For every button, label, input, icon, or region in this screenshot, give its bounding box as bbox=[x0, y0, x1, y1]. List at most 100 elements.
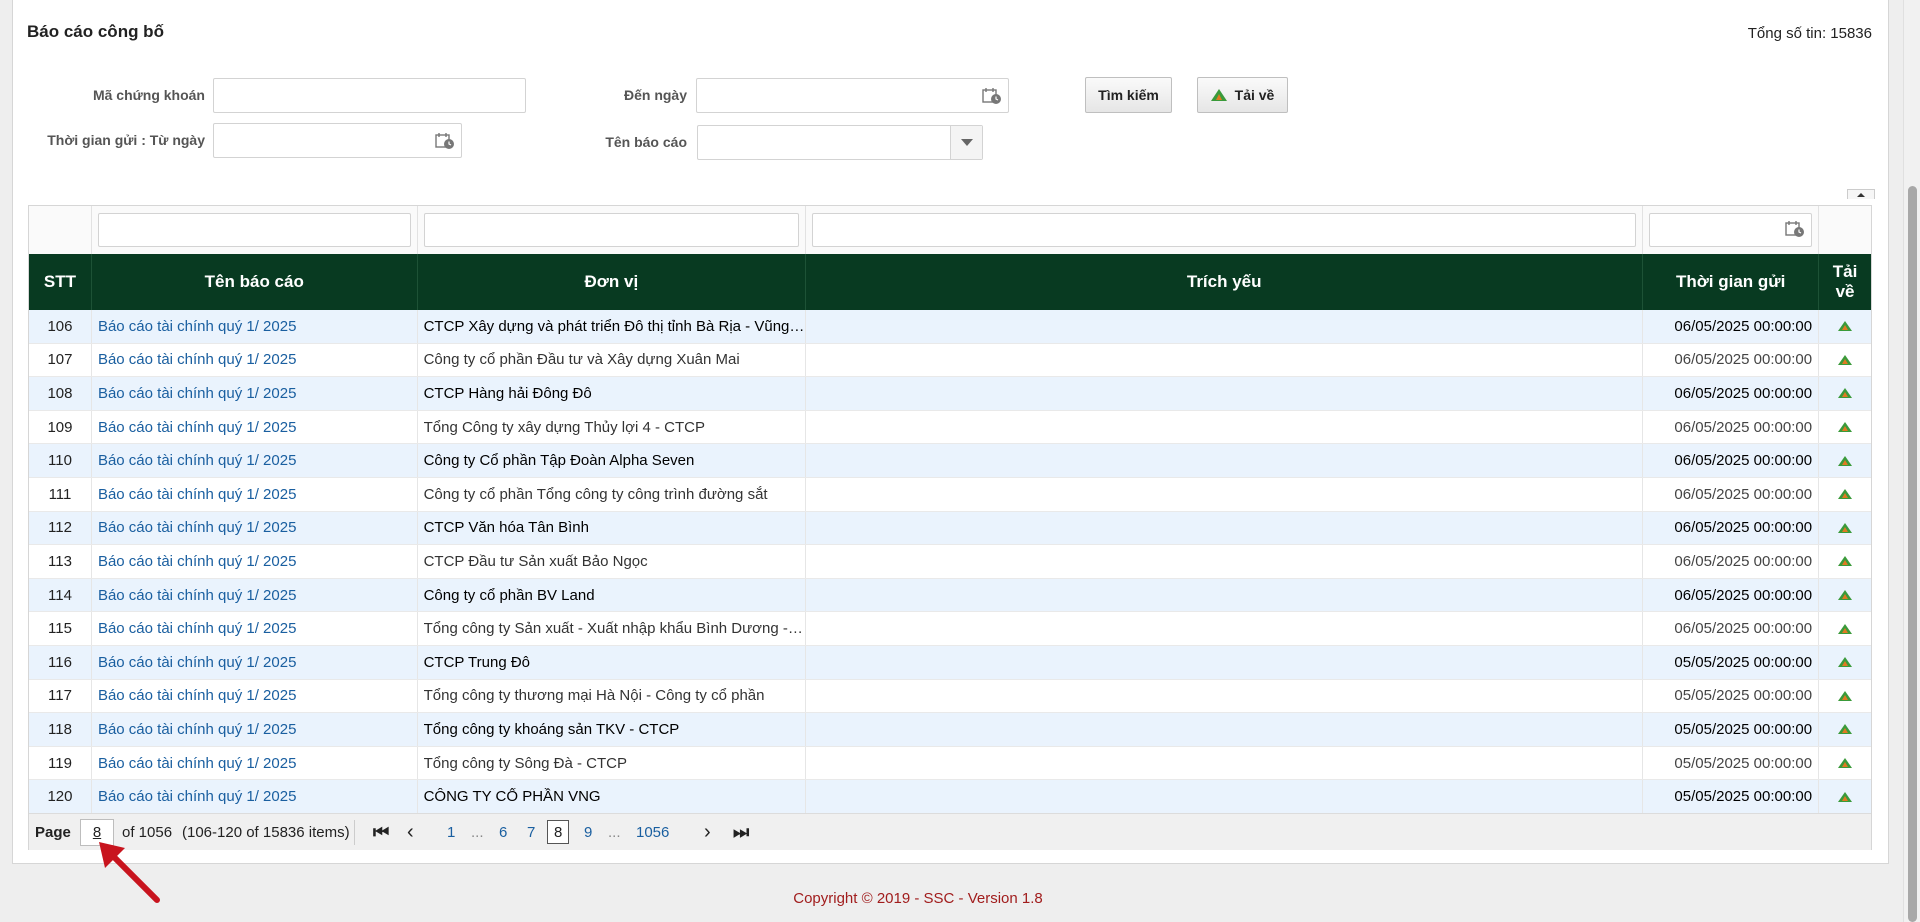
page-ellipsis[interactable]: ... bbox=[608, 814, 621, 851]
download-icon bbox=[1838, 791, 1853, 802]
report-link[interactable]: Báo cáo tài chính quý 1/ 2025 bbox=[92, 679, 418, 713]
cell-unit-text: Tổng công ty khoáng sản TKV - CTCP bbox=[423, 720, 680, 738]
report-link[interactable]: Báo cáo tài chính quý 1/ 2025 bbox=[92, 343, 418, 377]
previous-page-icon[interactable]: ‹ bbox=[407, 814, 414, 851]
filter-cell-time[interactable] bbox=[1643, 206, 1820, 254]
download-icon bbox=[1838, 556, 1853, 567]
annotation-arrow-icon bbox=[99, 842, 160, 903]
column-header-download[interactable]: Tải về bbox=[1819, 254, 1871, 310]
from-date-field[interactable] bbox=[213, 123, 462, 158]
cell-unit-text: CTCP Trung Đô bbox=[423, 653, 531, 671]
last-page-icon[interactable]: ⏭ bbox=[733, 814, 749, 851]
report-link[interactable]: Báo cáo tài chính quý 1/ 2025 bbox=[92, 545, 418, 578]
cell-time: 06/05/2025 00:00:00 bbox=[1643, 444, 1820, 477]
row-download-button[interactable] bbox=[1819, 545, 1871, 578]
report-link[interactable]: Báo cáo tài chính quý 1/ 2025 bbox=[92, 477, 418, 511]
report-link[interactable]: Báo cáo tài chính quý 1/ 2025 bbox=[92, 612, 418, 645]
row-download-button[interactable] bbox=[1819, 680, 1871, 713]
filter-unit-input[interactable] bbox=[423, 213, 800, 247]
filter-cell-unit[interactable] bbox=[418, 206, 807, 254]
report-link[interactable]: Báo cáo tài chính quý 1/ 2025 bbox=[92, 713, 418, 746]
filter-name-input[interactable] bbox=[97, 213, 411, 247]
row-download-button[interactable] bbox=[1819, 646, 1871, 679]
row-download-button[interactable] bbox=[1819, 747, 1871, 780]
cell-summary bbox=[806, 310, 1644, 343]
report-link[interactable]: Báo cáo tài chính quý 1/ 2025 bbox=[92, 310, 418, 343]
row-download-button[interactable] bbox=[1819, 310, 1871, 343]
table-row: 112 Báo cáo tài chính quý 1/ 2025 CTCP Văn… bbox=[29, 511, 1871, 546]
filter-time-input[interactable] bbox=[1649, 213, 1813, 247]
page-link-1[interactable]: 1 bbox=[447, 814, 455, 851]
report-link[interactable]: Báo cáo tài chính quý 1/ 2025 bbox=[92, 444, 418, 477]
report-link[interactable]: Báo cáo tài chính quý 1/ 2025 bbox=[92, 377, 418, 410]
chevron-down-icon[interactable] bbox=[950, 126, 982, 159]
page-link-7[interactable]: 7 bbox=[527, 814, 535, 851]
cell-summary bbox=[806, 545, 1644, 578]
cell-summary bbox=[806, 477, 1644, 511]
row-download-button[interactable] bbox=[1819, 411, 1871, 444]
stock-code-input[interactable] bbox=[214, 79, 525, 112]
report-link[interactable]: Báo cáo tài chính quý 1/ 2025 bbox=[92, 511, 418, 545]
filter-cell-name[interactable] bbox=[92, 206, 418, 254]
row-download-button[interactable] bbox=[1819, 713, 1871, 746]
row-download-button[interactable] bbox=[1819, 377, 1871, 410]
row-download-button[interactable] bbox=[1819, 344, 1871, 377]
scrollbar-thumb[interactable] bbox=[1908, 186, 1917, 922]
report-link[interactable]: Báo cáo tài chính quý 1/ 2025 bbox=[92, 645, 418, 679]
cell-unit: Công ty cổ phần Đầu tư và Xây dựng Xuân … bbox=[418, 343, 807, 377]
cell-summary bbox=[806, 713, 1644, 746]
page-link-9[interactable]: 9 bbox=[584, 814, 592, 851]
filter-summary-input[interactable] bbox=[812, 213, 1637, 247]
column-header-report-name[interactable]: Tên báo cáo bbox=[92, 254, 418, 310]
column-header-stt[interactable]: STT bbox=[29, 254, 92, 310]
stock-code-field[interactable] bbox=[213, 78, 526, 113]
page-current[interactable]: 8 bbox=[547, 820, 570, 844]
vertical-scrollbar[interactable] bbox=[1903, 0, 1920, 922]
report-link[interactable]: Báo cáo tài chính quý 1/ 2025 bbox=[92, 578, 418, 612]
row-download-button[interactable] bbox=[1819, 444, 1871, 477]
cell-stt: 116 bbox=[29, 645, 92, 679]
column-header-unit[interactable]: Đơn vị bbox=[418, 254, 807, 310]
calendar-icon[interactable] bbox=[435, 132, 455, 150]
row-download-button[interactable] bbox=[1819, 780, 1871, 813]
search-button[interactable]: Tìm kiếm bbox=[1085, 77, 1172, 113]
column-header-summary[interactable]: Trích yếu bbox=[806, 254, 1644, 310]
row-download-button[interactable] bbox=[1819, 478, 1871, 511]
report-link[interactable]: Báo cáo tài chính quý 1/ 2025 bbox=[92, 746, 418, 780]
row-download-button[interactable] bbox=[1819, 512, 1871, 545]
to-date-input[interactable] bbox=[697, 79, 1008, 112]
page-link-last[interactable]: 1056 bbox=[636, 814, 669, 851]
calendar-icon[interactable] bbox=[1785, 220, 1805, 238]
download-button[interactable]: Tải về bbox=[1197, 77, 1288, 113]
to-date-field[interactable] bbox=[696, 78, 1009, 113]
download-icon bbox=[1838, 724, 1853, 735]
cell-unit: Tổng công ty Sông Đà - CTCP bbox=[418, 746, 807, 780]
column-header-time[interactable]: Thời gian gửi bbox=[1643, 254, 1820, 310]
table-row: 106 Báo cáo tài chính quý 1/ 2025 CTCP Xây… bbox=[29, 310, 1871, 344]
cell-stt: 110 bbox=[29, 444, 92, 477]
first-page-icon[interactable]: ⏮ bbox=[373, 814, 389, 851]
cell-summary bbox=[806, 511, 1644, 545]
page-link-6[interactable]: 6 bbox=[499, 814, 507, 851]
download-icon bbox=[1838, 522, 1853, 533]
page-ellipsis[interactable]: ... bbox=[471, 814, 484, 851]
row-download-button[interactable] bbox=[1819, 612, 1871, 645]
download-icon bbox=[1838, 623, 1853, 634]
next-page-icon[interactable]: › bbox=[704, 814, 711, 851]
cell-summary bbox=[806, 343, 1644, 377]
collapse-toggle[interactable] bbox=[1847, 189, 1875, 199]
cell-summary bbox=[806, 612, 1644, 645]
download-icon bbox=[1838, 321, 1853, 332]
report-name-select[interactable] bbox=[697, 125, 983, 160]
cell-summary bbox=[806, 578, 1644, 612]
cell-stt: 107 bbox=[29, 343, 92, 377]
from-date-input[interactable] bbox=[214, 124, 461, 157]
report-link[interactable]: Báo cáo tài chính quý 1/ 2025 bbox=[92, 780, 418, 813]
report-link[interactable]: Báo cáo tài chính quý 1/ 2025 bbox=[92, 410, 418, 444]
table-row: 118 Báo cáo tài chính quý 1/ 2025 Tổng côn… bbox=[29, 713, 1871, 747]
filter-cell-stt bbox=[29, 206, 92, 254]
cell-stt: 118 bbox=[29, 713, 92, 746]
filter-cell-summary[interactable] bbox=[806, 206, 1644, 254]
calendar-icon[interactable] bbox=[982, 87, 1002, 105]
row-download-button[interactable] bbox=[1819, 579, 1871, 612]
